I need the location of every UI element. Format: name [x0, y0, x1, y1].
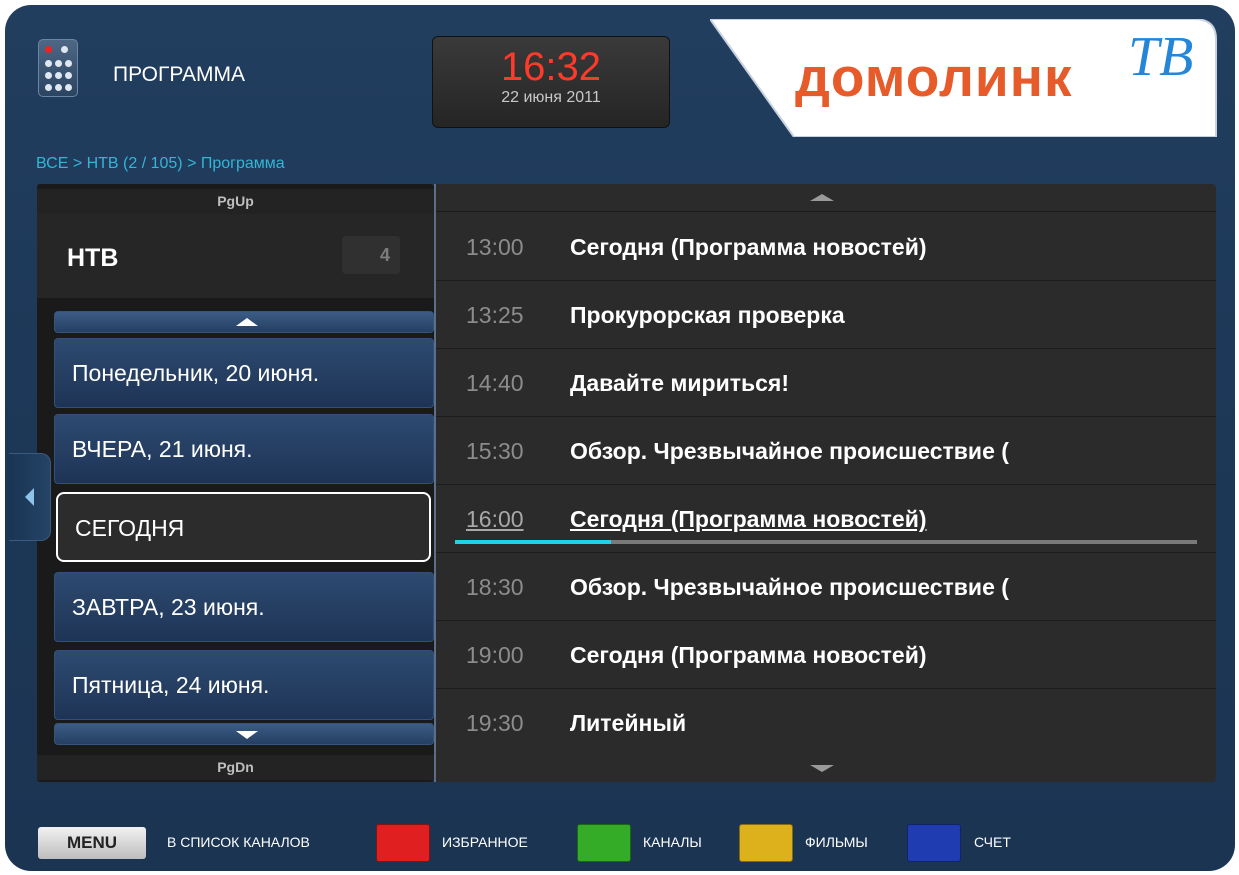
clock-time: 16:32 — [500, 45, 602, 89]
program-progress-fill — [455, 540, 611, 544]
schedule-row[interactable]: 14:40 Давайте мириться! — [436, 349, 1216, 417]
menu-action-label: В СПИСОК КАНАЛОВ — [167, 834, 310, 850]
channel-number: 4 — [342, 236, 400, 274]
program-title: Обзор. Чрезвычайное происшествие ( — [570, 438, 1009, 464]
schedule-row[interactable]: 19:00 Сегодня (Программа новостей) — [436, 621, 1216, 689]
logo: домолинк — [795, 46, 1073, 108]
program-time: 18:30 — [466, 574, 524, 600]
yellow-button[interactable] — [739, 824, 793, 862]
schedule-row[interactable]: 19:30 Литейный — [436, 689, 1216, 757]
logo-tv: ТВ — [1128, 26, 1194, 88]
program-progress-bar — [455, 540, 1197, 544]
app-title: ПРОГРАММА — [113, 63, 245, 86]
page-down-button[interactable]: PgDn — [37, 755, 434, 780]
program-time: 19:00 — [466, 642, 524, 668]
red-button-label: ИЗБРАННОЕ — [442, 834, 528, 850]
schedule-scroll-down-button[interactable] — [436, 758, 1216, 782]
green-button[interactable] — [577, 824, 631, 862]
day-item-selected[interactable]: СЕГОДНЯ — [56, 492, 431, 562]
screen: ПРОГРАММА 16:32 22 июня 2011 домолинк ТВ… — [0, 0, 1239, 875]
schedule-row[interactable]: 18:30 Обзор. Чрезвычайное происшествие ( — [436, 553, 1216, 621]
program-time: 15:30 — [466, 438, 524, 464]
page-up-button[interactable]: PgUp — [37, 189, 434, 214]
back-tab[interactable] — [9, 453, 51, 541]
day-selector-panel: PgUp НТВ 4 Понедельник, 20 июня. ВЧЕРА, … — [37, 184, 434, 782]
schedule-panel: 13:00 Сегодня (Программа новостей) 13:25… — [434, 184, 1216, 782]
arrow-down-icon — [810, 765, 834, 772]
day-item[interactable]: ЗАВТРА, 23 июня. — [54, 572, 434, 642]
program-title: Сегодня (Программа новостей) — [570, 642, 927, 668]
program-title: Сегодня (Программа новостей) — [570, 234, 927, 260]
arrow-up-icon — [810, 194, 834, 201]
red-button[interactable] — [376, 824, 430, 862]
day-item[interactable]: Понедельник, 20 июня. — [54, 338, 434, 408]
program-time: 13:25 — [466, 302, 524, 328]
main-panel: ПРОГРАММА 16:32 22 июня 2011 домолинк ТВ… — [5, 5, 1235, 871]
day-scroll-down-button[interactable] — [54, 723, 434, 745]
program-title: Литейный — [570, 710, 687, 736]
program-title: Обзор. Чрезвычайное происшествие ( — [570, 574, 1009, 600]
remote-control-icon — [38, 39, 78, 97]
schedule-row[interactable]: 13:25 Прокурорская проверка — [436, 281, 1216, 349]
clock: 16:32 22 июня 2011 — [432, 36, 670, 128]
blue-button[interactable] — [907, 824, 961, 862]
day-list: Понедельник, 20 июня. ВЧЕРА, 21 июня. СЕ… — [54, 311, 434, 745]
program-time: 14:40 — [466, 370, 524, 396]
arrow-down-icon — [236, 731, 258, 739]
yellow-button-label: ФИЛЬМЫ — [805, 834, 868, 850]
green-button-label: КАНАЛЫ — [643, 834, 702, 850]
footer-bar: MENU В СПИСОК КАНАЛОВ ИЗБРАННОЕ КАНАЛЫ Ф… — [5, 817, 1235, 862]
blue-button-label: СЧЕТ — [974, 834, 1011, 850]
channel-name: НТВ — [67, 244, 119, 272]
arrow-left-icon — [25, 488, 34, 506]
day-scroll-up-button[interactable] — [54, 311, 434, 333]
header: ПРОГРАММА 16:32 22 июня 2011 домолинк ТВ — [5, 5, 1235, 145]
arrow-up-icon — [236, 318, 258, 326]
program-time: 13:00 — [466, 234, 524, 260]
schedule-scroll-up-button[interactable] — [436, 184, 1216, 212]
program-title: Давайте мириться! — [570, 370, 790, 396]
channel-header: НТВ 4 — [37, 214, 434, 298]
day-item[interactable]: ВЧЕРА, 21 июня. — [54, 414, 434, 484]
program-time: 19:30 — [466, 710, 524, 736]
clock-date: 22 июня 2011 — [501, 89, 601, 106]
program-title: Прокурорская проверка — [570, 302, 845, 328]
day-item[interactable]: Пятница, 24 июня. — [54, 650, 434, 720]
breadcrumb: ВСЕ > НТВ (2 / 105) > Программа — [36, 155, 285, 172]
schedule-row[interactable]: 13:00 Сегодня (Программа новостей) — [436, 213, 1216, 281]
menu-button[interactable]: MENU — [38, 827, 146, 859]
schedule-row[interactable]: 15:30 Обзор. Чрезвычайное происшествие ( — [436, 417, 1216, 485]
